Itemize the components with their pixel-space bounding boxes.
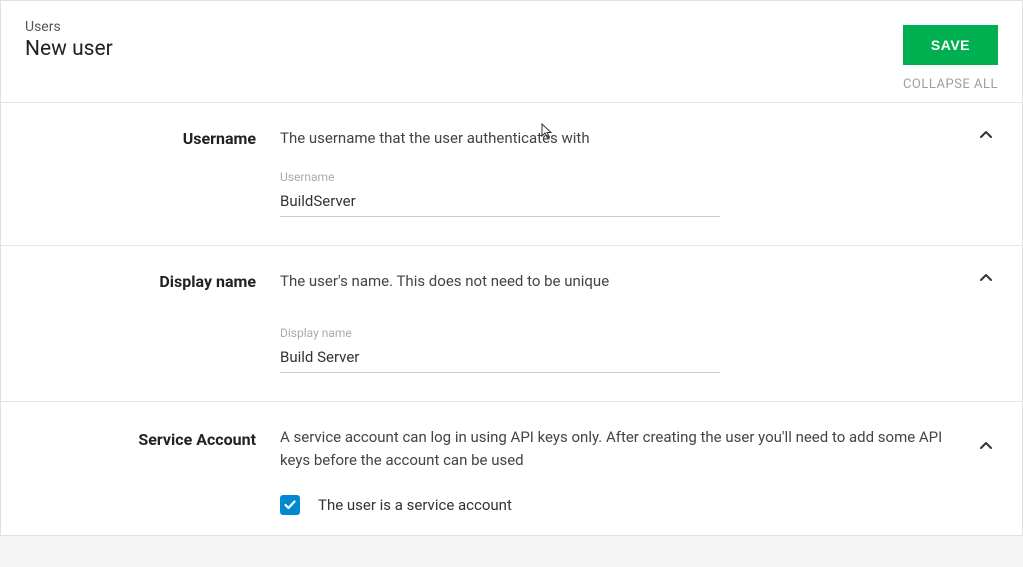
save-button[interactable]: SAVE	[903, 25, 998, 65]
page-title: New user	[25, 37, 998, 61]
section-display-name: Display name The user's name. This does …	[1, 245, 1022, 402]
section-body-display-name: The user's name. This does not need to b…	[280, 270, 998, 374]
section-label-display-name: Display name	[25, 270, 280, 374]
section-label-username: Username	[25, 127, 280, 217]
chevron-up-icon[interactable]	[978, 270, 994, 290]
breadcrumb[interactable]: Users	[25, 19, 998, 35]
section-body-username: The username that the user authenticates…	[280, 127, 998, 217]
field-label-display-name: Display name	[280, 326, 720, 340]
chevron-up-icon[interactable]	[978, 127, 994, 147]
section-desc-service-account: A service account can log in using API k…	[280, 426, 948, 471]
chevron-up-icon[interactable]	[978, 438, 994, 458]
section-username: Username The username that the user auth…	[1, 102, 1022, 245]
display-name-input[interactable]	[280, 344, 720, 373]
section-desc-username: The username that the user authenticates…	[280, 127, 948, 150]
username-input[interactable]	[280, 188, 720, 217]
section-desc-display-name: The user's name. This does not need to b…	[280, 270, 948, 293]
new-user-form: Users New user SAVE COLLAPSE ALL Usernam…	[0, 0, 1023, 536]
field-label-username: Username	[280, 170, 720, 184]
section-label-service-account: Service Account	[25, 426, 280, 515]
section-body-service-account: A service account can log in using API k…	[280, 426, 998, 515]
page-header: Users New user SAVE	[1, 1, 1022, 71]
service-account-checkbox[interactable]	[280, 495, 300, 515]
service-account-checkbox-label: The user is a service account	[318, 496, 512, 514]
section-service-account: Service Account A service account can lo…	[1, 401, 1022, 535]
collapse-all-button[interactable]: COLLAPSE ALL	[1, 71, 1022, 102]
